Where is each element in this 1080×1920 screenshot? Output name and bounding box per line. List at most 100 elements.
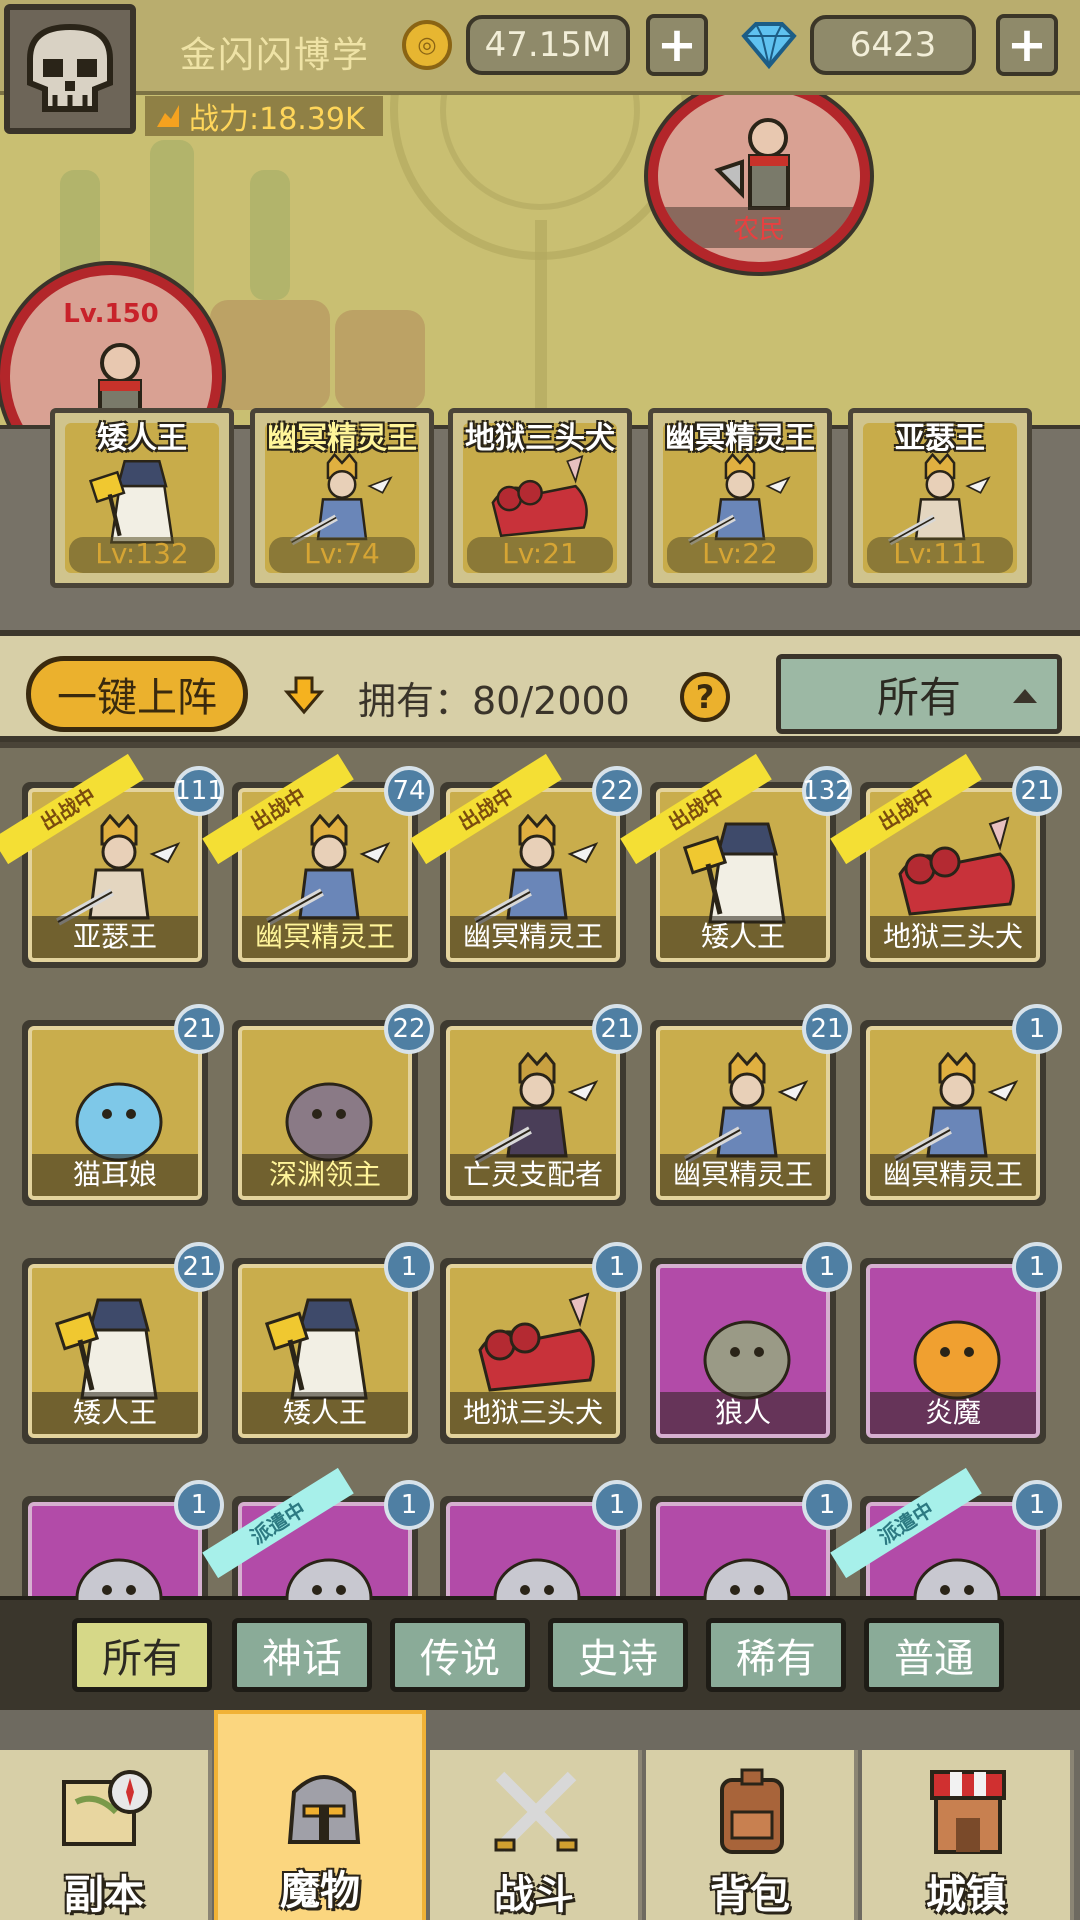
rarity-tab[interactable]: 稀有	[706, 1618, 846, 1692]
lineup-slot[interactable]: 幽冥精灵王 Lv:74	[250, 408, 434, 588]
monster-portrait	[890, 814, 1024, 930]
filter-dropdown[interactable]: 所有	[776, 654, 1062, 734]
count-badge: 21	[802, 1004, 852, 1054]
enemy-tag: 农民	[658, 207, 860, 248]
nav-item[interactable]: 魔物	[214, 1710, 426, 1920]
monster-name: 猫耳娘	[32, 1154, 198, 1196]
auto-deploy-button[interactable]: 一键上阵	[26, 656, 248, 732]
count-badge: 21	[174, 1004, 224, 1054]
monster-card[interactable]: 猫耳娘 21	[22, 1004, 224, 1206]
count-badge: 21	[174, 1242, 224, 1292]
backpack-icon	[702, 1762, 802, 1862]
lineup-hero-name: 地狱三头犬	[465, 421, 615, 456]
owned-count: 拥有：80/2000	[358, 679, 630, 723]
monster-portrait	[680, 1051, 814, 1168]
monster-grid[interactable]: 亚瑟王 出战中 111 幽冥精灵王 出战中 74 幽冥精灵王 出战中 22 矮人王 出战中 132 地狱…	[0, 748, 1080, 1600]
count-badge: 1	[802, 1242, 852, 1292]
monster-card[interactable]: 1	[440, 1480, 642, 1600]
monster-portrait	[470, 1290, 604, 1406]
monster-name: 矮人王	[660, 916, 826, 958]
monster-portrait	[680, 814, 814, 930]
lineup-slot[interactable]: 亚瑟王 Lv:111	[848, 408, 1032, 588]
monster-portrait	[890, 1051, 1024, 1168]
monster-name: 狼人	[660, 1392, 826, 1434]
diamond-icon	[741, 22, 797, 70]
lineup-hero-level: Lv:74	[269, 537, 415, 573]
monster-portrait	[262, 1528, 396, 1600]
count-badge: 1	[1012, 1004, 1062, 1054]
card-frame: 炎魔	[866, 1264, 1040, 1438]
add-coins-button[interactable]: +	[646, 14, 708, 76]
card-frame	[446, 1502, 620, 1600]
card-frame: 矮人王	[238, 1264, 412, 1438]
gem-amount: 6423	[810, 15, 976, 75]
monster-name: 幽冥精灵王	[870, 1154, 1036, 1196]
nav-item[interactable]: 战斗	[430, 1750, 642, 1920]
shop-building-icon	[918, 1762, 1018, 1862]
down-arrow-icon[interactable]	[283, 674, 325, 716]
filter-dropdown-value: 所有	[876, 672, 961, 722]
card-frame: 亡灵支配者	[446, 1026, 620, 1200]
monster-portrait	[52, 813, 186, 930]
lineup-hero-name: 幽冥精灵王	[665, 421, 815, 456]
monster-card[interactable]: 派遣中 1	[202, 1467, 434, 1600]
nav-item[interactable]: 副本	[0, 1750, 212, 1920]
lineup-slot[interactable]: 地狱三头犬 Lv:21	[448, 408, 632, 588]
hero-portrait	[77, 453, 207, 549]
monster-card[interactable]: 狼人 1	[650, 1242, 852, 1444]
combat-power: 战力:18.39K	[145, 96, 383, 137]
monster-card[interactable]: 幽冥精灵王 出战中 74	[202, 753, 434, 968]
monster-name: 幽冥精灵王	[450, 916, 616, 958]
monster-card[interactable]: 亚瑟王 出战中 111	[0, 753, 224, 968]
count-badge: 21	[592, 1004, 642, 1054]
monster-name: 亡灵支配者	[450, 1154, 616, 1196]
cactus-decoration	[250, 170, 290, 300]
rarity-tab[interactable]: 史诗	[548, 1618, 688, 1692]
rarity-tab[interactable]: 所有	[72, 1618, 212, 1692]
count-badge: 1	[1012, 1242, 1062, 1292]
nav-item[interactable]: 城镇	[862, 1750, 1074, 1920]
monster-card[interactable]: 矮人王 21	[22, 1242, 224, 1444]
help-button[interactable]: ?	[680, 672, 730, 722]
monster-name: 炎魔	[870, 1392, 1036, 1434]
monster-card[interactable]: 炎魔 1	[860, 1242, 1062, 1444]
monster-card[interactable]: 幽冥精灵王 21	[650, 1004, 852, 1206]
monster-portrait	[680, 1528, 814, 1600]
hero-portrait	[875, 452, 1005, 549]
monster-card[interactable]: 1	[650, 1480, 852, 1600]
monster-name: 幽冥精灵王	[660, 1154, 826, 1196]
crossed-swords-icon	[486, 1762, 586, 1862]
card-frame: 幽冥精灵王	[866, 1026, 1040, 1200]
monster-card[interactable]: 深渊领主 22	[232, 1004, 434, 1206]
monster-card[interactable]: 幽冥精灵王 出战中 22	[410, 753, 642, 968]
enemy-unit-top[interactable]: 农民	[648, 80, 870, 272]
monster-card[interactable]: 矮人王 1	[232, 1242, 434, 1444]
monster-card[interactable]: 幽冥精灵王 1	[860, 1004, 1062, 1206]
player-avatar[interactable]	[4, 4, 136, 134]
rarity-filter-bar: 所有 神话 传说 史诗 稀有 普通	[0, 1596, 1080, 1704]
monster-card[interactable]: 亡灵支配者 21	[440, 1004, 642, 1206]
rarity-tab[interactable]: 神话	[232, 1618, 372, 1692]
rock-decoration	[210, 300, 330, 410]
monster-card[interactable]: 派遣中 1	[830, 1467, 1062, 1600]
nav-item[interactable]: 背包	[646, 1750, 858, 1920]
nav-item-label: 背包	[710, 1872, 790, 1918]
monster-portrait	[52, 1290, 186, 1406]
monster-card[interactable]: 地狱三头犬 出战中 21	[830, 753, 1062, 968]
monster-portrait	[470, 1051, 604, 1168]
rarity-tab[interactable]: 普通	[864, 1618, 1004, 1692]
monster-card[interactable]: 地狱三头犬 1	[440, 1242, 642, 1444]
rarity-tab[interactable]: 传说	[390, 1618, 530, 1692]
monster-name: 深渊领主	[242, 1154, 408, 1196]
coin-amount: 47.15M	[466, 15, 630, 75]
nav-item-label: 战斗	[494, 1872, 574, 1918]
monster-portrait	[262, 1290, 396, 1406]
add-gems-button[interactable]: +	[996, 14, 1058, 76]
monster-card[interactable]: 1	[22, 1480, 224, 1600]
map-decoration	[535, 220, 547, 420]
lineup-slot[interactable]: 幽冥精灵王 Lv:22	[648, 408, 832, 588]
nav-item-label: 魔物	[280, 1868, 360, 1914]
lineup-slot[interactable]: 矮人王 Lv:132	[50, 408, 234, 588]
monster-card[interactable]: 矮人王 出战中 132	[620, 753, 852, 968]
monster-portrait	[52, 1052, 186, 1168]
